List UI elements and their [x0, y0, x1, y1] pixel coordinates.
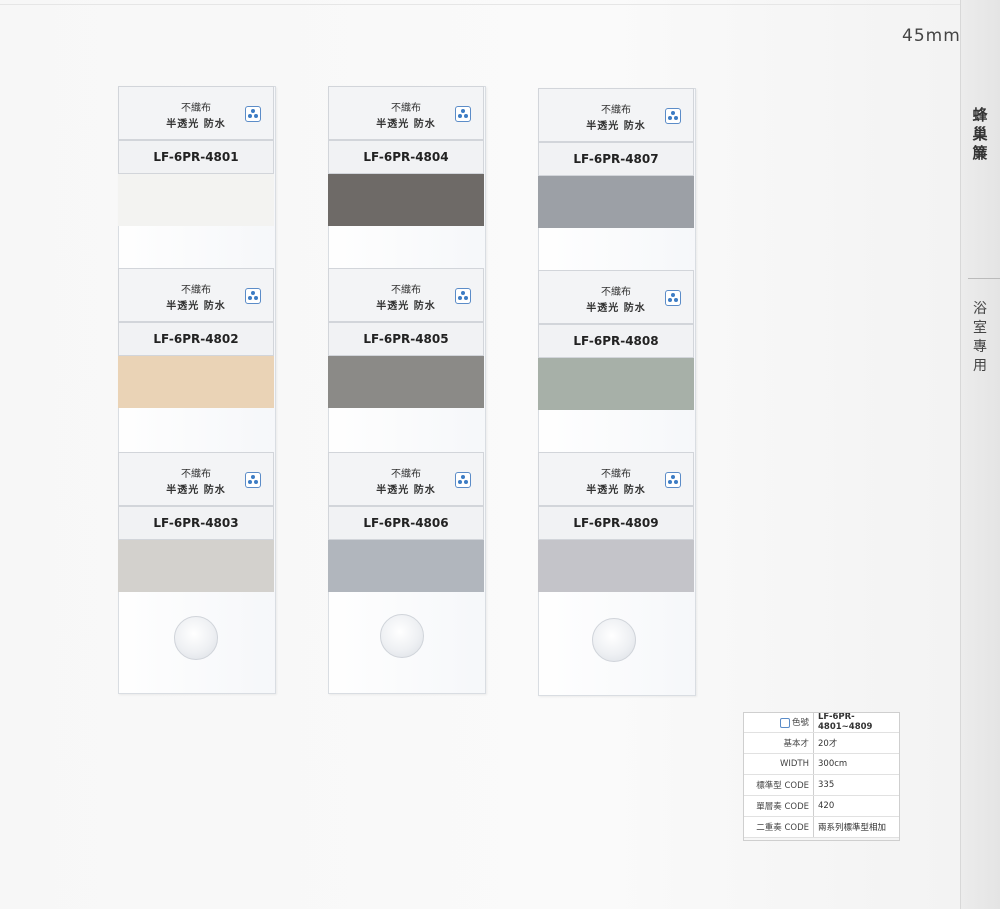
swatch-label: 不織布 半透光 防水 [118, 268, 274, 322]
swatch-code: LF-6PR-4804 [328, 140, 484, 174]
fabric-swatch [538, 358, 694, 410]
fabric-swatch [118, 174, 274, 226]
swatch-code: LF-6PR-4803 [118, 506, 274, 540]
swatch-label: 不織布 半透光 防水 [328, 86, 484, 140]
swatch-code: LF-6PR-4808 [538, 324, 694, 358]
side-tab-divider [968, 278, 1000, 279]
swatch-code: LF-6PR-4807 [538, 142, 694, 176]
waterproof-icon [455, 106, 471, 122]
fabric-swatch [538, 176, 694, 228]
spec-row: 標準型 CODE 335 [743, 774, 900, 796]
spec-row: 單層奏 CODE 420 [743, 795, 900, 817]
spec-row: 二重奏 CODE 兩系列標準型相加 [743, 816, 900, 838]
velcro-dot [174, 616, 218, 660]
swatch-label: 不織布 半透光 防水 [538, 452, 694, 506]
fabric-swatch [328, 540, 484, 592]
velcro-dot [592, 618, 636, 662]
side-tab-subtitle: 浴室專用 [973, 301, 987, 374]
spec-value: 300cm [813, 753, 900, 775]
swatch-card[interactable]: 不織布 半透光 防水 LF-6PR-4807 [538, 88, 694, 228]
swatch-code: LF-6PR-4809 [538, 506, 694, 540]
fabric-swatch [538, 540, 694, 592]
waterproof-icon [455, 288, 471, 304]
spec-row: 基本才 20才 [743, 732, 900, 754]
swatch-card[interactable]: 不織布 半透光 防水 LF-6PR-4809 [538, 452, 694, 592]
fabric-swatch [328, 356, 484, 408]
swatch-label: 不織布 半透光 防水 [328, 268, 484, 322]
spec-value: 420 [813, 795, 900, 817]
color-key-icon [779, 717, 790, 728]
swatch-card[interactable]: 不織布 半透光 防水 LF-6PR-4804 [328, 86, 484, 226]
swatch-label: 不織布 半透光 防水 [118, 452, 274, 506]
swatch-code: LF-6PR-4801 [118, 140, 274, 174]
slat-size-label: 45mm [902, 26, 961, 46]
waterproof-icon [455, 472, 471, 488]
spec-label: 單層奏 CODE [743, 795, 814, 817]
spec-table: 色號 LF-6PR-4801~4809 基本才 20才 WIDTH 300cm … [743, 712, 900, 838]
swatch-code: LF-6PR-4805 [328, 322, 484, 356]
waterproof-icon [665, 108, 681, 124]
waterproof-icon [245, 472, 261, 488]
swatch-card[interactable]: 不織布 半透光 防水 LF-6PR-4801 [118, 86, 274, 226]
velcro-dot [380, 614, 424, 658]
fabric-swatch [328, 174, 484, 226]
waterproof-icon [665, 472, 681, 488]
swatch-card[interactable]: 不織布 半透光 防水 LF-6PR-4802 [118, 268, 274, 408]
spec-value: 兩系列標準型相加 [813, 816, 900, 838]
spec-label: 基本才 [743, 732, 814, 754]
fabric-swatch [118, 356, 274, 408]
top-divider [0, 4, 960, 5]
spec-label: 標準型 CODE [743, 774, 814, 796]
waterproof-icon [245, 288, 261, 304]
side-tab-title: 蜂巢簾 [972, 106, 988, 162]
waterproof-icon [245, 106, 261, 122]
spec-value: LF-6PR-4801~4809 [813, 712, 900, 733]
waterproof-icon [665, 290, 681, 306]
swatch-card[interactable]: 不織布 半透光 防水 LF-6PR-4808 [538, 270, 694, 410]
spec-label: WIDTH [743, 753, 814, 775]
spec-row: WIDTH 300cm [743, 753, 900, 775]
swatch-card[interactable]: 不織布 半透光 防水 LF-6PR-4805 [328, 268, 484, 408]
spec-value: 20才 [813, 732, 900, 754]
spec-row: 色號 LF-6PR-4801~4809 [743, 712, 900, 733]
swatch-label: 不織布 半透光 防水 [538, 270, 694, 324]
swatch-label: 不織布 半透光 防水 [328, 452, 484, 506]
swatch-label: 不織布 半透光 防水 [538, 88, 694, 142]
swatch-card[interactable]: 不織布 半透光 防水 LF-6PR-4803 [118, 452, 274, 592]
swatch-code: LF-6PR-4802 [118, 322, 274, 356]
fabric-swatch [118, 540, 274, 592]
spec-label: 二重奏 CODE [743, 816, 814, 838]
spec-value: 335 [813, 774, 900, 796]
swatch-label: 不織布 半透光 防水 [118, 86, 274, 140]
swatch-code: LF-6PR-4806 [328, 506, 484, 540]
swatch-card[interactable]: 不織布 半透光 防水 LF-6PR-4806 [328, 452, 484, 592]
spec-label: 色號 [743, 712, 814, 733]
